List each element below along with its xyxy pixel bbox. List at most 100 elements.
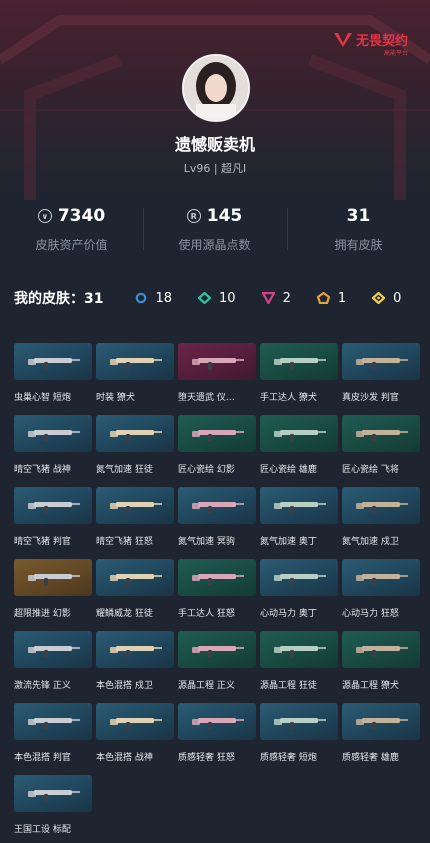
- skin-card[interactable]: 堕天遗武 仪…: [178, 343, 256, 403]
- weapon-icon: [274, 718, 326, 730]
- rarity-count: 1: [337, 290, 347, 306]
- skin-label: 堕天遗武 仪…: [178, 393, 235, 403]
- skin-image: [96, 487, 174, 524]
- stat-value: 145: [206, 206, 243, 226]
- skin-card[interactable]: 真皮沙发 判官: [342, 343, 420, 403]
- skin-card[interactable]: 时装 獠犬: [96, 343, 174, 403]
- weapon-icon: [192, 358, 244, 370]
- username: 遗憾贩卖机: [174, 135, 255, 154]
- rarity-count: 18: [155, 290, 173, 306]
- skin-image: [96, 703, 174, 740]
- skin-image: [14, 487, 92, 524]
- skin-card[interactable]: 晴空飞猪 战神: [14, 415, 92, 475]
- skin-image: [14, 775, 92, 812]
- weapon-icon: [356, 358, 408, 370]
- skin-card[interactable]: 质感轻奢 雄鹿: [342, 703, 420, 763]
- weapon-icon: [192, 430, 244, 442]
- skin-card[interactable]: 源晶工程 狂徒: [260, 631, 338, 691]
- skin-card[interactable]: 激流先锋 正义: [14, 631, 92, 691]
- skin-image: [260, 559, 338, 596]
- skin-card[interactable]: 氮气加速 冥驹: [178, 487, 256, 547]
- skin-image: [260, 703, 338, 740]
- skin-card[interactable]: 本色混搭 判官: [14, 703, 92, 763]
- skin-image: [342, 415, 420, 452]
- weapon-icon: [28, 718, 80, 730]
- skin-image: [96, 631, 174, 668]
- rarity-premium: 2: [261, 291, 291, 306]
- stat-label: 皮肤资产价值: [35, 238, 108, 252]
- skin-label: 本色混搭 战神: [96, 753, 153, 763]
- skin-card[interactable]: 晴空飞猪 狂怒: [96, 487, 174, 547]
- skin-card[interactable]: 本色混搭 战神: [96, 703, 174, 763]
- skin-label: 激流先锋 正义: [14, 681, 71, 691]
- skin-image: [342, 343, 420, 380]
- stat-skin-count: 31 拥有皮肤: [287, 204, 430, 253]
- weapon-icon: [28, 574, 80, 586]
- exclusive-tier-icon: [316, 292, 330, 304]
- skin-card[interactable]: 心动马力 奥丁: [260, 559, 338, 619]
- skin-card[interactable]: 源晶工程 獠犬: [342, 631, 420, 691]
- skin-card[interactable]: 匠心瓷绘 雄鹿: [260, 415, 338, 475]
- skin-label: 源晶工程 狂徒: [260, 681, 317, 691]
- skin-card[interactable]: 源晶工程 正义: [178, 631, 256, 691]
- skin-card[interactable]: 本色混搭 戍卫: [96, 631, 174, 691]
- skin-image: [342, 487, 420, 524]
- skin-label: 源晶工程 正义: [178, 681, 235, 691]
- skin-label: 晴空飞猪 狂怒: [96, 537, 153, 547]
- skin-label: 源晶工程 獠犬: [342, 681, 399, 691]
- deluxe-tier-icon: [198, 292, 212, 304]
- weapon-icon: [28, 502, 80, 514]
- skin-label: 手工达人 狂怒: [178, 609, 235, 619]
- skin-card[interactable]: 手工达人 狂怒: [178, 559, 256, 619]
- rarity-ultra: 0: [372, 291, 401, 306]
- stats-bar: ∨ 7340 皮肤资产价值 R 145 使用源晶点数 31 拥有皮肤: [0, 204, 430, 264]
- weapon-icon: [274, 646, 326, 658]
- skin-image: [14, 559, 92, 596]
- skin-label: 本色混搭 判官: [14, 753, 71, 763]
- valorant-logo-icon: [333, 32, 352, 47]
- skin-card[interactable]: 氮气加速 狂徒: [96, 415, 174, 475]
- skin-card[interactable]: 虫巢心智 短炮: [14, 343, 92, 403]
- skin-card[interactable]: 匠心瓷绘 飞将: [342, 415, 420, 475]
- skin-card[interactable]: 手工达人 獠犬: [260, 343, 338, 403]
- skin-card[interactable]: 氮气加速 奥丁: [260, 487, 338, 547]
- skin-card[interactable]: 氮气加速 戍卫: [342, 487, 420, 547]
- weapon-icon: [192, 718, 244, 730]
- skin-card[interactable]: 心动马力 狂怒: [342, 559, 420, 619]
- stat-divider: [287, 208, 288, 250]
- skin-label: 手工达人 獠犬: [260, 393, 317, 403]
- skin-label: 匠心瓷绘 幻影: [178, 465, 235, 475]
- skin-label: 氮气加速 冥驹: [178, 537, 235, 547]
- skin-image: [178, 631, 256, 668]
- skin-card[interactable]: 质感轻奢 狂怒: [178, 703, 256, 763]
- skin-label: 质感轻奢 雄鹿: [342, 753, 399, 763]
- skin-label: 超限推进 幻影: [14, 609, 71, 619]
- skin-card[interactable]: 晴空飞猪 判官: [14, 487, 92, 547]
- weapon-icon: [356, 718, 408, 730]
- skin-card[interactable]: 质感轻奢 短炮: [260, 703, 338, 763]
- weapon-icon: [274, 358, 326, 370]
- skin-card[interactable]: 匠心瓷绘 幻影: [178, 415, 256, 475]
- skin-card[interactable]: 耀鳞威龙 狂徒: [96, 559, 174, 619]
- skin-label: 晴空飞猪 战神: [14, 465, 71, 475]
- rarity-count: 10: [219, 290, 236, 306]
- skin-card[interactable]: 超限推进 幻影: [14, 559, 92, 619]
- skin-image: [96, 559, 174, 596]
- level-rank: Lv96 | 超凡I: [183, 162, 247, 175]
- stat-skin-value: ∨ 7340 皮肤资产价值: [0, 204, 143, 253]
- skin-image: [14, 343, 92, 380]
- skin-card[interactable]: 王国工设 标配: [14, 775, 92, 835]
- skin-image: [178, 559, 256, 596]
- skin-image: [260, 343, 338, 380]
- radianite-icon: R: [186, 209, 201, 223]
- skin-image: [14, 631, 92, 668]
- stat-value: 7340: [57, 206, 106, 226]
- ultra-tier-icon: [372, 292, 386, 304]
- weapon-icon: [356, 502, 408, 514]
- weapon-icon: [110, 646, 162, 658]
- vp-icon: ∨: [37, 209, 52, 223]
- skin-label: 本色混搭 戍卫: [96, 681, 153, 691]
- avatar[interactable]: [182, 54, 250, 122]
- skins-title: 我的皮肤：31: [14, 291, 104, 307]
- skin-image: [14, 703, 92, 740]
